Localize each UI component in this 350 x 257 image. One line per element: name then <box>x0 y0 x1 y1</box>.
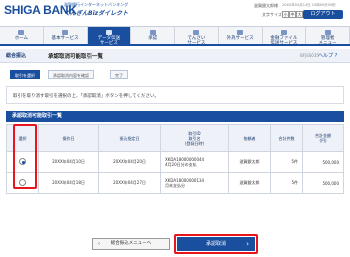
op-date: 20XX年04月18日 <box>38 172 99 194</box>
requester: 滋賀銀太郎 <box>228 172 271 194</box>
user-name: 滋賀銀太郎様 <box>254 3 278 8</box>
page-category: 総合振込 <box>6 53 27 59</box>
service-name: てんぎんBizダイレクト <box>64 10 129 17</box>
header-trade-id: 取引ID 取引名 (登録日時) <box>160 124 229 152</box>
file-transfer-icon <box>280 30 287 35</box>
main-nav: ホーム 基本サービス データ伝送 サービス 承認 でんさい サービス 外為サービ… <box>0 26 350 46</box>
header-transfer-date: 振込指定日 <box>98 124 161 152</box>
font-size-medium[interactable]: 中 <box>289 11 296 18</box>
header-requester: 依頼者 <box>228 124 271 152</box>
home-icon <box>18 30 25 35</box>
forex-icon <box>237 30 244 35</box>
transfer-date: 20XX年04月27日 <box>98 172 161 194</box>
densai-icon <box>193 30 200 35</box>
trade-info: XKDA18000000134 月末支払分 <box>160 172 229 194</box>
header-op-date: 操作日 <box>38 124 99 152</box>
count: 5件 <box>270 151 303 173</box>
logout-button[interactable]: ログアウト <box>303 10 343 19</box>
nav-forex[interactable]: 外為サービス <box>219 27 263 44</box>
amount: 500,000 <box>302 151 344 173</box>
chevron-left-icon: ‹ <box>98 241 100 247</box>
table-row[interactable]: 20XX年04月18日 20XX年04月27日 XKDA18000000134 月… <box>6 172 344 194</box>
step-select: 取引を選択 <box>10 70 40 79</box>
font-size-label: 文字サイズ <box>262 12 282 17</box>
nav-admin[interactable]: 管理者 メニュー <box>306 27 350 46</box>
approval-icon <box>149 30 156 35</box>
page-title: 承認取消可能取引一覧 <box>48 54 104 60</box>
selection-highlight <box>13 124 37 189</box>
nav-home[interactable]: ホーム <box>0 27 44 44</box>
count: 5件 <box>270 172 303 194</box>
screen-code: BFJSS035 <box>300 53 319 58</box>
instruction-text: 取引を取り消す取引を選択の上、「承認取消」ボタンを押してください。 <box>6 86 344 104</box>
basic-service-icon <box>62 30 69 35</box>
admin-icon <box>324 30 331 35</box>
trade-info: XKDA18000000044 4月20日分の支払 <box>160 151 229 173</box>
last-login: 20XX年04月14日 10時00分00秒 <box>282 3 336 7</box>
nav-basic[interactable]: 基本サービス <box>44 27 88 44</box>
step-confirm: 承認取消内容を確認 <box>48 70 94 79</box>
transaction-table: 選択 操作日 振込指定日 取引ID 取引名 (登録日時) 依頼者 合計件数 合計… <box>6 124 344 194</box>
section-title: 承認取消可能取引一覧 <box>6 111 344 122</box>
font-size-small[interactable]: 小 <box>282 11 289 18</box>
button-highlight <box>174 234 258 254</box>
help-link[interactable]: ヘルプ ? <box>318 52 337 59</box>
nav-file-transfer[interactable]: 金融ファイル 伝送サービス <box>263 27 307 46</box>
data-transfer-icon <box>105 30 112 35</box>
header-count: 合計件数 <box>270 124 303 152</box>
font-size-large[interactable]: 大 <box>296 11 303 18</box>
amount: 500,000 <box>302 172 344 194</box>
transfer-date: 20XX年04月20日 <box>98 151 161 173</box>
header-amount: 合計金額 (円) <box>302 124 344 152</box>
help-icon: ? <box>334 53 338 59</box>
op-date: 20XX年04月10日 <box>38 151 99 173</box>
table-row[interactable]: 20XX年04月10日 20XX年04月20日 XKDA18000000044 4… <box>6 151 344 173</box>
nav-approval[interactable]: 承認 <box>131 27 175 44</box>
step-complete: 完了 <box>110 70 128 79</box>
nav-data-transfer[interactable]: データ伝送 サービス <box>87 27 132 46</box>
back-to-menu-button[interactable]: ‹ 総合振込メニューへ <box>92 238 170 250</box>
nav-densai[interactable]: でんさい サービス <box>175 27 219 46</box>
requester: 滋賀銀太郎 <box>228 151 271 173</box>
